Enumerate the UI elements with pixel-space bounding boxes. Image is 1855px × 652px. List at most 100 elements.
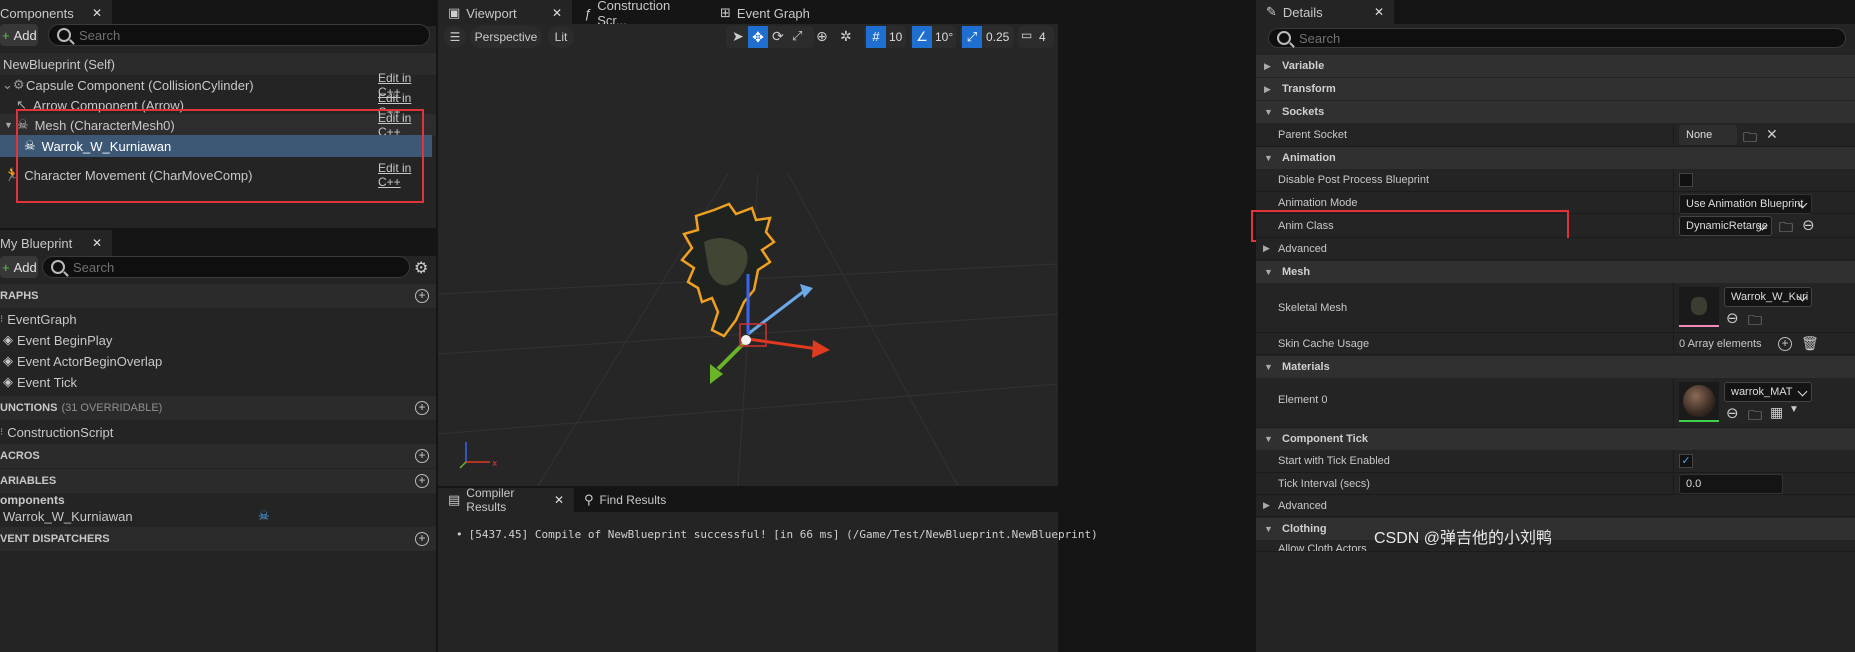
- chevron-down-icon: [1797, 386, 1808, 397]
- advanced-row[interactable]: Advanced ▶: [1256, 238, 1855, 260]
- tab-viewport[interactable]: ▣ Viewport ✕: [438, 0, 572, 26]
- add-graph-icon[interactable]: +: [415, 289, 429, 303]
- add-function-icon[interactable]: +: [415, 401, 429, 415]
- anim-class-dropdown[interactable]: DynamicRetarge: [1679, 216, 1772, 236]
- function-label: ConstructionScript: [7, 424, 114, 440]
- camera-speed-value[interactable]: 4: [1039, 30, 1046, 44]
- add-macro-icon[interactable]: +: [415, 449, 429, 463]
- search-icon: [57, 28, 71, 42]
- transform-gizmo[interactable]: [688, 244, 888, 444]
- camera-icon[interactable]: ▭: [1021, 28, 1032, 42]
- skeletal-mesh-dropdown[interactable]: Warrok_W_Kuri: [1724, 287, 1812, 307]
- category-transform[interactable]: ▶ Transform: [1256, 78, 1855, 100]
- function-item[interactable]: ⁝ ConstructionScript: [0, 421, 436, 443]
- checker-icon[interactable]: ▦: [1770, 404, 1783, 421]
- disable-pp-checkbox[interactable]: [1679, 173, 1693, 187]
- lit-button[interactable]: Lit: [548, 26, 574, 48]
- tab-event-graph[interactable]: ⊞ Event Graph: [710, 0, 830, 26]
- blueprint-search-input[interactable]: Search: [42, 256, 410, 278]
- advanced-row[interactable]: Advanced ▶: [1256, 495, 1855, 517]
- close-icon[interactable]: ✕: [92, 236, 102, 250]
- skeletal-mesh-thumbnail[interactable]: [1679, 287, 1719, 327]
- dropdown-value: Use Animation Blueprint: [1686, 198, 1804, 210]
- category-animation[interactable]: ▼ Animation: [1256, 147, 1855, 169]
- dispatchers-header[interactable]: VENT DISPATCHERS: [0, 527, 436, 551]
- category-component-tick[interactable]: ▼ Component Tick: [1256, 428, 1855, 450]
- graphs-header-label: RAPHS: [0, 290, 39, 302]
- tab-label: Find Results: [599, 493, 667, 507]
- collapsed-arrow-icon: ▶: [1264, 83, 1271, 94]
- add-element-icon[interactable]: +: [1778, 337, 1792, 351]
- use-selected-icon[interactable]: ⊖: [1802, 216, 1815, 234]
- category-mesh[interactable]: ▼ Mesh: [1256, 261, 1855, 283]
- tab-details[interactable]: ✎ Details ✕: [1256, 0, 1394, 24]
- browse-folder-icon[interactable]: 🗀: [1748, 310, 1762, 334]
- graph-item[interactable]: ⁝ EventGraph: [0, 308, 436, 330]
- event-item[interactable]: ◈ Event ActorBeginOverlap: [0, 350, 436, 372]
- tab-find-results[interactable]: ⚲ Find Results: [574, 488, 694, 512]
- parent-socket-field[interactable]: None: [1679, 125, 1737, 145]
- close-icon[interactable]: ✕: [1374, 5, 1384, 19]
- event-item[interactable]: ◈ Event Tick: [0, 371, 436, 393]
- compile-message: • [5437.45] Compile of NewBlueprint succe…: [456, 528, 1098, 541]
- functions-header[interactable]: UNCTIONS (31 OVERRIDABLE): [0, 396, 436, 420]
- search-placeholder: Search: [1299, 30, 1341, 46]
- use-selected-icon[interactable]: ⊖: [1726, 309, 1739, 327]
- start-tick-checkbox[interactable]: ✓: [1679, 454, 1693, 468]
- trash-icon[interactable]: 🗑: [1801, 335, 1819, 352]
- category-materials[interactable]: ▼ Materials: [1256, 356, 1855, 378]
- details-search-input[interactable]: Search: [1268, 28, 1846, 48]
- search-icon: [1277, 31, 1291, 45]
- add-blueprint-button[interactable]: + Add: [0, 256, 38, 278]
- advanced-label: Advanced: [1278, 243, 1327, 255]
- clear-icon[interactable]: ✕: [1766, 126, 1778, 143]
- category-clothing[interactable]: ▼ Clothing: [1256, 518, 1855, 540]
- surface-snap-icon[interactable]: ✲: [840, 28, 852, 45]
- message-text: [5437.45] Compile of NewBlueprint succes…: [468, 528, 1098, 541]
- functions-count: (31 OVERRIDABLE): [61, 402, 163, 414]
- chevron-down-icon[interactable]: ▼: [1789, 404, 1799, 415]
- components-search-input[interactable]: Search: [48, 24, 430, 46]
- rot-snap-icon[interactable]: ∠: [912, 26, 932, 48]
- add-dispatcher-icon[interactable]: +: [415, 532, 429, 546]
- tab-compiler-results[interactable]: ▤ Compiler Results ✕: [438, 486, 574, 514]
- close-icon[interactable]: ✕: [554, 493, 564, 507]
- grid-snap-value[interactable]: 10: [889, 30, 902, 44]
- grid-snap-icon[interactable]: #: [866, 26, 886, 48]
- rot-snap-value[interactable]: 10°: [935, 30, 953, 44]
- select-mode-icon[interactable]: ➤: [732, 28, 744, 45]
- variables-header[interactable]: ARIABLES: [0, 469, 436, 493]
- tab-components[interactable]: Components ✕: [0, 0, 112, 26]
- gear-icon[interactable]: ⚙: [414, 258, 428, 278]
- viewport-menu-button[interactable]: ☰: [444, 26, 466, 48]
- component-self[interactable]: NewBlueprint (Self): [0, 53, 436, 75]
- tab-construction-script[interactable]: ƒ Construction Scr...: [574, 0, 710, 28]
- use-selected-icon[interactable]: ⊖: [1726, 404, 1739, 422]
- viewport[interactable]: x ☰ Perspective Lit ➤ ✥ ⟳ ⤢ ⊕ ✲ # 10 ∠ 1…: [438, 24, 1058, 486]
- world-local-icon[interactable]: ⊕: [816, 28, 828, 45]
- tab-label: Event Graph: [736, 5, 810, 21]
- component-row-capsule[interactable]: ⌄⚙ Capsule Component (CollisionCylinder)…: [0, 71, 436, 99]
- add-variable-icon[interactable]: +: [415, 474, 429, 488]
- tab-my-blueprint[interactable]: My Blueprint ✕: [0, 230, 112, 256]
- browse-folder-icon[interactable]: 🗀: [1748, 405, 1762, 429]
- add-component-button[interactable]: + Add: [0, 24, 38, 46]
- macros-header[interactable]: ACROS: [0, 444, 436, 468]
- category-sockets[interactable]: ▼ Sockets: [1256, 101, 1855, 123]
- graphs-header[interactable]: RAPHS: [0, 284, 436, 308]
- close-icon[interactable]: ✕: [552, 6, 562, 20]
- perspective-button[interactable]: Perspective: [470, 26, 542, 48]
- scale-snap-icon[interactable]: ⤢: [962, 26, 982, 48]
- translate-mode-icon[interactable]: ✥: [748, 26, 768, 48]
- material-thumbnail[interactable]: [1679, 382, 1719, 422]
- animation-mode-dropdown[interactable]: Use Animation Blueprint: [1679, 194, 1812, 214]
- tick-interval-input[interactable]: 0.0: [1679, 474, 1783, 494]
- category-variable[interactable]: ▶ Variable: [1256, 55, 1855, 77]
- variable-item[interactable]: Warrok_W_Kurniawan ☠: [0, 507, 436, 525]
- event-item[interactable]: ◈ Event BeginPlay: [0, 329, 436, 351]
- close-icon[interactable]: ✕: [92, 6, 102, 20]
- material-dropdown[interactable]: warrok_MAT: [1724, 382, 1812, 402]
- rotate-mode-icon[interactable]: ⟳: [772, 28, 784, 45]
- scale-mode-icon[interactable]: ⤢: [792, 28, 802, 44]
- scale-snap-value[interactable]: 0.25: [986, 30, 1009, 44]
